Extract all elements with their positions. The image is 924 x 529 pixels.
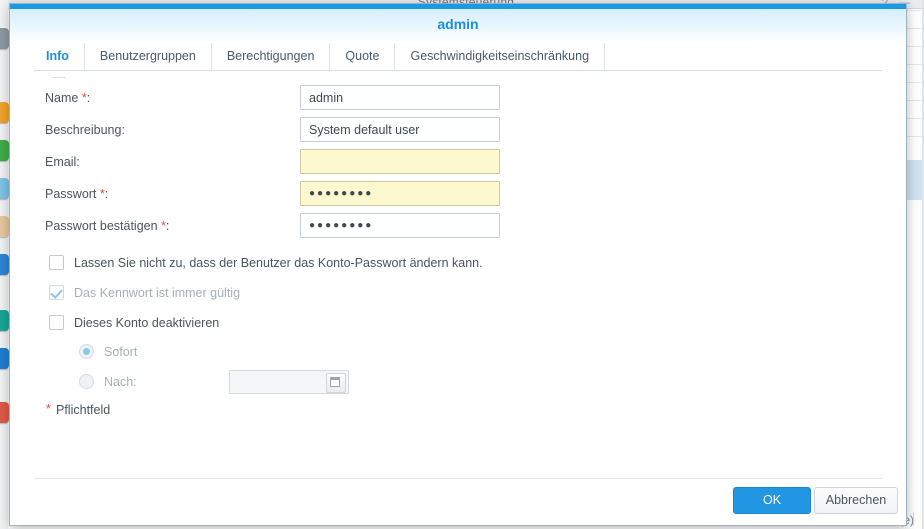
email-input[interactable] — [300, 149, 500, 174]
background-list-row — [904, 10, 924, 11]
checkbox-label-disallow-password-change: Lassen Sie nicht zu, dass der Benutzer d… — [74, 256, 483, 270]
user-properties-dialog: admin Info Benutzergruppen Berechtigunge… — [9, 3, 907, 526]
checkbox-password-never-expires — [49, 285, 64, 300]
tab-bar: Info Benutzergruppen Berechtigungen Quot… — [34, 42, 882, 71]
checkbox-label-disable-account: Dieses Konto deaktivieren — [74, 316, 219, 330]
app-icon-1[interactable] — [0, 28, 9, 49]
status-divider — [913, 512, 914, 526]
app-icon-7[interactable] — [0, 310, 9, 331]
ok-button[interactable]: OK — [733, 487, 811, 514]
app-icon-9[interactable] — [0, 402, 9, 423]
password-confirm-input[interactable] — [300, 213, 500, 238]
radio-row-sofort: Sofort — [10, 341, 906, 371]
app-icon-6[interactable] — [0, 254, 9, 275]
password-input[interactable] — [300, 181, 500, 206]
background-list-row — [904, 64, 924, 65]
field-row-passwort: Passwort *: — [10, 181, 906, 213]
checkbox-disallow-password-change[interactable] — [49, 255, 64, 270]
tab-bar-filler — [605, 43, 882, 70]
field-row-beschreibung: Beschreibung: — [10, 117, 906, 149]
checkbox-row-disallow-password-change[interactable]: Lassen Sie nicht zu, dass der Benutzer d… — [10, 251, 906, 281]
label-email: Email: — [45, 155, 80, 169]
checkbox-disable-account[interactable] — [49, 315, 64, 330]
description-input[interactable] — [300, 117, 500, 142]
checkbox-row-disable-account[interactable]: Dieses Konto deaktivieren — [10, 311, 906, 341]
background-list — [904, 10, 924, 529]
tab-berechtigungen[interactable]: Berechtigungen — [212, 43, 331, 70]
required-note-star: * — [46, 402, 51, 416]
field-row-passwort-bestaetigen: Passwort bestätigen *: — [10, 213, 906, 245]
date-input — [229, 370, 349, 394]
required-note-text: Pflichtfeld — [56, 403, 110, 417]
dialog-header: admin — [10, 9, 906, 42]
tab-benutzergruppen[interactable]: Benutzergruppen — [85, 43, 212, 70]
checkbox-label-password-never-expires: Das Kennwort ist immer gültig — [74, 286, 240, 300]
app-icon-8[interactable] — [0, 348, 9, 369]
background-list-row — [904, 82, 924, 83]
required-marker: * — [82, 91, 87, 105]
radio-label-sofort: Sofort — [104, 345, 137, 359]
required-marker: * — [161, 219, 166, 233]
background-list-row — [904, 100, 924, 101]
dialog-footer: OK Abbrechen — [10, 479, 906, 525]
dialog-title: admin — [10, 16, 906, 32]
tab-quote[interactable]: Quote — [330, 43, 395, 70]
calendar-icon — [326, 373, 346, 393]
label-beschreibung: Beschreibung: — [45, 123, 125, 137]
tab-info[interactable]: Info — [34, 43, 85, 70]
background-list-row — [904, 28, 924, 29]
background-list-row — [904, 136, 924, 137]
app-icon-4[interactable] — [0, 178, 9, 199]
app-icon-3[interactable] — [0, 140, 9, 161]
background-list-selected-row — [904, 160, 924, 200]
app-icon-5[interactable] — [0, 216, 9, 237]
checkbox-row-password-never-expires: Das Kennwort ist immer gültig — [10, 281, 906, 311]
desktop-icon-dock — [0, 10, 9, 529]
background-list-row — [904, 118, 924, 119]
radio-label-nach: Nach: — [104, 375, 137, 389]
tab-geschwindigkeitseinschraenkung[interactable]: Geschwindigkeitseinschränkung — [395, 43, 605, 70]
required-field-note: * Pflichtfeld — [10, 401, 906, 427]
radio-nach — [79, 374, 94, 389]
app-icon-2[interactable] — [0, 102, 9, 123]
field-row-name: Name *: — [10, 85, 906, 117]
cancel-button[interactable]: Abbrechen — [814, 487, 898, 514]
background-list-row — [904, 46, 924, 47]
field-row-email: Email: — [10, 149, 906, 181]
info-tab-panel: Name *: Beschreibung: Email: Passwort *:… — [10, 71, 906, 427]
label-name: Name *: — [45, 91, 90, 105]
name-input[interactable] — [300, 85, 500, 110]
radio-sofort — [79, 344, 94, 359]
required-marker: * — [100, 187, 105, 201]
label-passwort: Passwort *: — [45, 187, 108, 201]
label-passwort-bestaetigen: Passwort bestätigen *: — [45, 219, 169, 233]
radio-row-nach: Nach: — [10, 371, 906, 401]
